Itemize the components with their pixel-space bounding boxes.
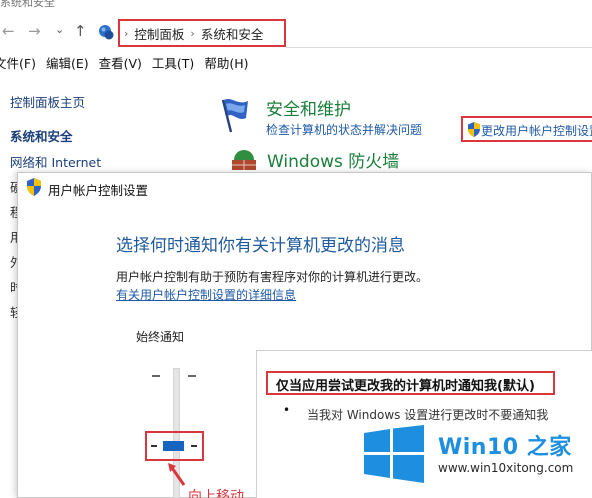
- dialog-description: 用户帐户控制有助于预防有害程序对你的计算机进行更改。: [116, 270, 429, 284]
- menu-tools[interactable]: 工具(T): [152, 53, 194, 75]
- firewall-icon: [232, 150, 256, 170]
- back-arrow-icon[interactable]: ←: [2, 22, 15, 40]
- breadcrumb-separator: ›: [124, 26, 129, 40]
- sidebar-item-home[interactable]: 控制面板主页: [10, 92, 85, 111]
- slider-tick: [151, 445, 157, 447]
- check-status-link[interactable]: 检查计算机的状态并解决问题: [266, 121, 422, 138]
- windows-logo-icon: [364, 425, 424, 483]
- security-flag-icon: [221, 99, 248, 133]
- breadcrumb-item-control-panel[interactable]: 控制面板: [134, 24, 184, 43]
- sidebar-item-system-security: 系统和安全: [10, 129, 73, 144]
- level-title: 仅当应用尝试更改我的计算机时通知我(默认): [276, 379, 535, 394]
- breadcrumb-separator: ›: [190, 26, 195, 40]
- uac-shield-icon: [27, 178, 41, 196]
- move-up-annotation: 向上移动: [188, 489, 244, 498]
- menu-edit[interactable]: 编辑(E): [46, 53, 89, 75]
- menu-view[interactable]: 查看(V): [99, 53, 142, 75]
- window-title: 系统和安全: [0, 0, 55, 9]
- watermark-url: www.win10xitong.com: [438, 461, 574, 475]
- uac-more-info-link[interactable]: 有关用户帐户控制设置的详细信息: [116, 286, 296, 303]
- uac-shield-icon: [468, 122, 480, 137]
- menu-file[interactable]: 文件(F): [0, 53, 36, 75]
- dialog-title: 用户帐户控制设置: [48, 183, 149, 198]
- forward-arrow-icon[interactable]: →: [28, 22, 41, 40]
- address-bar-border: [286, 47, 592, 48]
- level-title-highlight: 仅当应用尝试更改我的计算机时通知我(默认): [266, 371, 555, 395]
- menu-help[interactable]: 帮助(H): [204, 53, 248, 75]
- bullet: •: [283, 403, 291, 417]
- recent-locations-icon[interactable]: ⌄: [55, 23, 64, 36]
- slider-top-label: 始终通知: [136, 330, 185, 344]
- watermark-brand: Win10 之家: [438, 435, 572, 460]
- firewall-title[interactable]: Windows 防火墙: [267, 147, 399, 172]
- up-arrow-icon[interactable]: ↑: [74, 22, 87, 40]
- change-uac-settings-link[interactable]: 更改用户帐户控制设置: [461, 116, 592, 142]
- dialog-titlebar[interactable]: 用户帐户控制设置: [18, 173, 591, 203]
- menu-bar: 文件(F) 编辑(E) 查看(V) 工具(T) 帮助(H): [0, 53, 248, 75]
- notification-slider-level[interactable]: [145, 431, 204, 461]
- control-panel-icon: [99, 25, 114, 40]
- slider-tick: [191, 445, 197, 447]
- slider-thumb[interactable]: [163, 441, 184, 451]
- slider-tick: [152, 375, 160, 377]
- breadcrumb-item-system-security[interactable]: 系统和安全: [201, 24, 264, 43]
- navigation-bar: ← → ⌄ ↑ › 控制面板 › 系统和安全: [0, 14, 592, 50]
- security-maintenance-title[interactable]: 安全和维护: [266, 95, 351, 120]
- change-uac-settings-label: 更改用户帐户控制设置: [481, 124, 592, 138]
- breadcrumb: › 控制面板 › 系统和安全: [118, 19, 286, 47]
- sidebar-item-network[interactable]: 网络和 Internet: [10, 152, 101, 171]
- dialog-heading: 选择何时通知你有关计算机更改的消息: [116, 236, 405, 256]
- watermark: Win10 之家 www.win10xitong.com: [358, 417, 590, 497]
- slider-tick: [188, 375, 196, 377]
